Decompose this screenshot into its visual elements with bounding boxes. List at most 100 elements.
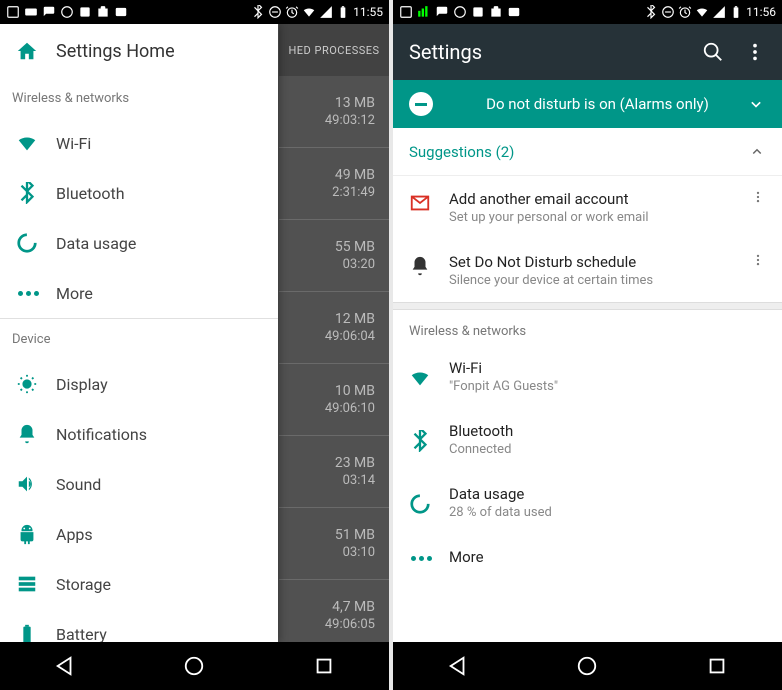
- battery-icon: [336, 5, 350, 19]
- wifi-icon: [16, 132, 56, 154]
- data-usage-icon: [409, 491, 449, 515]
- battery-icon: [16, 623, 56, 642]
- dnd-text: Do not disturb is on (Alarms only): [449, 95, 746, 113]
- nav-bar: [393, 642, 782, 690]
- setting-bluetooth[interactable]: BluetoothConnected: [393, 408, 782, 471]
- wifi-icon: [409, 365, 449, 389]
- chevron-up-icon: [748, 143, 766, 161]
- drawer-storage[interactable]: Storage: [0, 559, 278, 609]
- setting-data-usage[interactable]: Data usage28 % of data used: [393, 471, 782, 534]
- app-icon: [78, 5, 92, 19]
- process-row[interactable]: 12 MB49:06:04: [279, 292, 389, 364]
- section-wireless: Wireless & networks: [0, 78, 278, 118]
- drawer-bluetooth[interactable]: Bluetooth: [0, 168, 278, 218]
- suggestion-more-icon[interactable]: [750, 190, 766, 225]
- drawer-sound[interactable]: Sound: [0, 459, 278, 509]
- app-bar: Settings: [393, 24, 782, 80]
- cached-processes-tab[interactable]: HED PROCESSES: [279, 24, 389, 76]
- clock: 11:55: [353, 5, 383, 19]
- drawer-battery[interactable]: Battery: [0, 609, 278, 642]
- display-icon: [16, 373, 56, 395]
- app-icon: [471, 5, 485, 19]
- app-icon: [453, 5, 467, 19]
- phone-right: 11:56 Settings Do not disturb is on (Ala…: [393, 0, 782, 690]
- home-button[interactable]: [183, 655, 205, 677]
- app-icon: [399, 5, 413, 19]
- search-icon[interactable]: [702, 41, 724, 63]
- battery-icon: [729, 5, 743, 19]
- drawer-apps[interactable]: Apps: [0, 509, 278, 559]
- recent-button[interactable]: [313, 655, 335, 677]
- status-bar: 11:56: [393, 0, 782, 24]
- page-title: Settings: [409, 40, 682, 64]
- section-gap: [393, 302, 782, 310]
- process-row[interactable]: 23 MB03:14: [279, 436, 389, 508]
- suggestions-header[interactable]: Suggestions (2): [393, 128, 782, 176]
- bluetooth-icon: [409, 428, 449, 452]
- nav-drawer: Settings Home Wireless & networks Wi-Fi …: [0, 24, 278, 642]
- process-row[interactable]: 10 MB49:06:10: [279, 364, 389, 436]
- alarm-icon: [678, 5, 692, 19]
- more-icon: [16, 291, 56, 296]
- setting-more[interactable]: More: [393, 534, 782, 580]
- drawer-display[interactable]: Display: [0, 359, 278, 409]
- section-wireless: Wireless & networks: [393, 310, 782, 345]
- chevron-down-icon: [746, 94, 766, 114]
- home-icon: [16, 40, 56, 62]
- process-row[interactable]: 13 MB49:03:12: [279, 76, 389, 148]
- wifi-icon: [302, 5, 316, 19]
- bell-icon: [409, 253, 449, 288]
- dnd-icon: [268, 5, 282, 19]
- status-bar: 11:55: [0, 0, 389, 24]
- signal-icon: [319, 5, 333, 19]
- drawer-wifi[interactable]: Wi-Fi: [0, 118, 278, 168]
- app-icon: [42, 5, 56, 19]
- storage-icon: [16, 573, 56, 595]
- drawer-notifications[interactable]: Notifications: [0, 409, 278, 459]
- process-row[interactable]: 55 MB03:20: [279, 220, 389, 292]
- suggestion-dnd[interactable]: Set Do Not Disturb scheduleSilence your …: [393, 239, 782, 302]
- app-icon: [417, 5, 431, 19]
- dnd-icon: [661, 5, 675, 19]
- wifi-icon: [695, 5, 709, 19]
- section-device: Device: [0, 319, 278, 359]
- phone-left: 11:55 HED PROCESSES 13 MB49:03:12 49 MB2…: [0, 0, 389, 690]
- suggestion-email[interactable]: Add another email accountSet up your per…: [393, 176, 782, 239]
- drawer-home[interactable]: Settings Home: [0, 24, 278, 78]
- back-button[interactable]: [447, 655, 469, 677]
- signal-icon: [712, 5, 726, 19]
- drawer-more[interactable]: More: [0, 268, 278, 318]
- app-icon: [489, 5, 503, 19]
- bluetooth-icon: [16, 182, 56, 204]
- app-icon: [435, 5, 449, 19]
- android-icon: [16, 523, 56, 545]
- process-list: 13 MB49:03:12 49 MB2:31:49 55 MB03:20 12…: [279, 76, 389, 642]
- process-row[interactable]: 51 MB03:10: [279, 508, 389, 580]
- app-icon: [24, 5, 38, 19]
- sound-icon: [16, 473, 56, 495]
- dnd-circle-icon: [409, 92, 433, 116]
- alarm-icon: [285, 5, 299, 19]
- back-button[interactable]: [54, 655, 76, 677]
- suggestion-more-icon[interactable]: [750, 253, 766, 288]
- more-icon: [409, 554, 449, 561]
- process-row[interactable]: 49 MB2:31:49: [279, 148, 389, 220]
- app-icon: [96, 5, 110, 19]
- overflow-icon[interactable]: [744, 41, 766, 63]
- app-icon: [60, 5, 74, 19]
- app-icon: [114, 5, 128, 19]
- settings-list[interactable]: Suggestions (2) Add another email accoun…: [393, 128, 782, 642]
- bell-icon: [16, 423, 56, 445]
- gmail-icon: [409, 190, 449, 225]
- app-icon: [507, 5, 521, 19]
- app-icon: [6, 5, 20, 19]
- nav-bar: [0, 642, 389, 690]
- data-usage-icon: [16, 232, 56, 254]
- bluetooth-icon: [644, 5, 658, 19]
- drawer-data-usage[interactable]: Data usage: [0, 218, 278, 268]
- recent-button[interactable]: [706, 655, 728, 677]
- dnd-banner[interactable]: Do not disturb is on (Alarms only): [393, 80, 782, 128]
- clock: 11:56: [746, 5, 776, 19]
- setting-wifi[interactable]: Wi-Fi"Fonpit AG Guests": [393, 345, 782, 408]
- home-button[interactable]: [576, 655, 598, 677]
